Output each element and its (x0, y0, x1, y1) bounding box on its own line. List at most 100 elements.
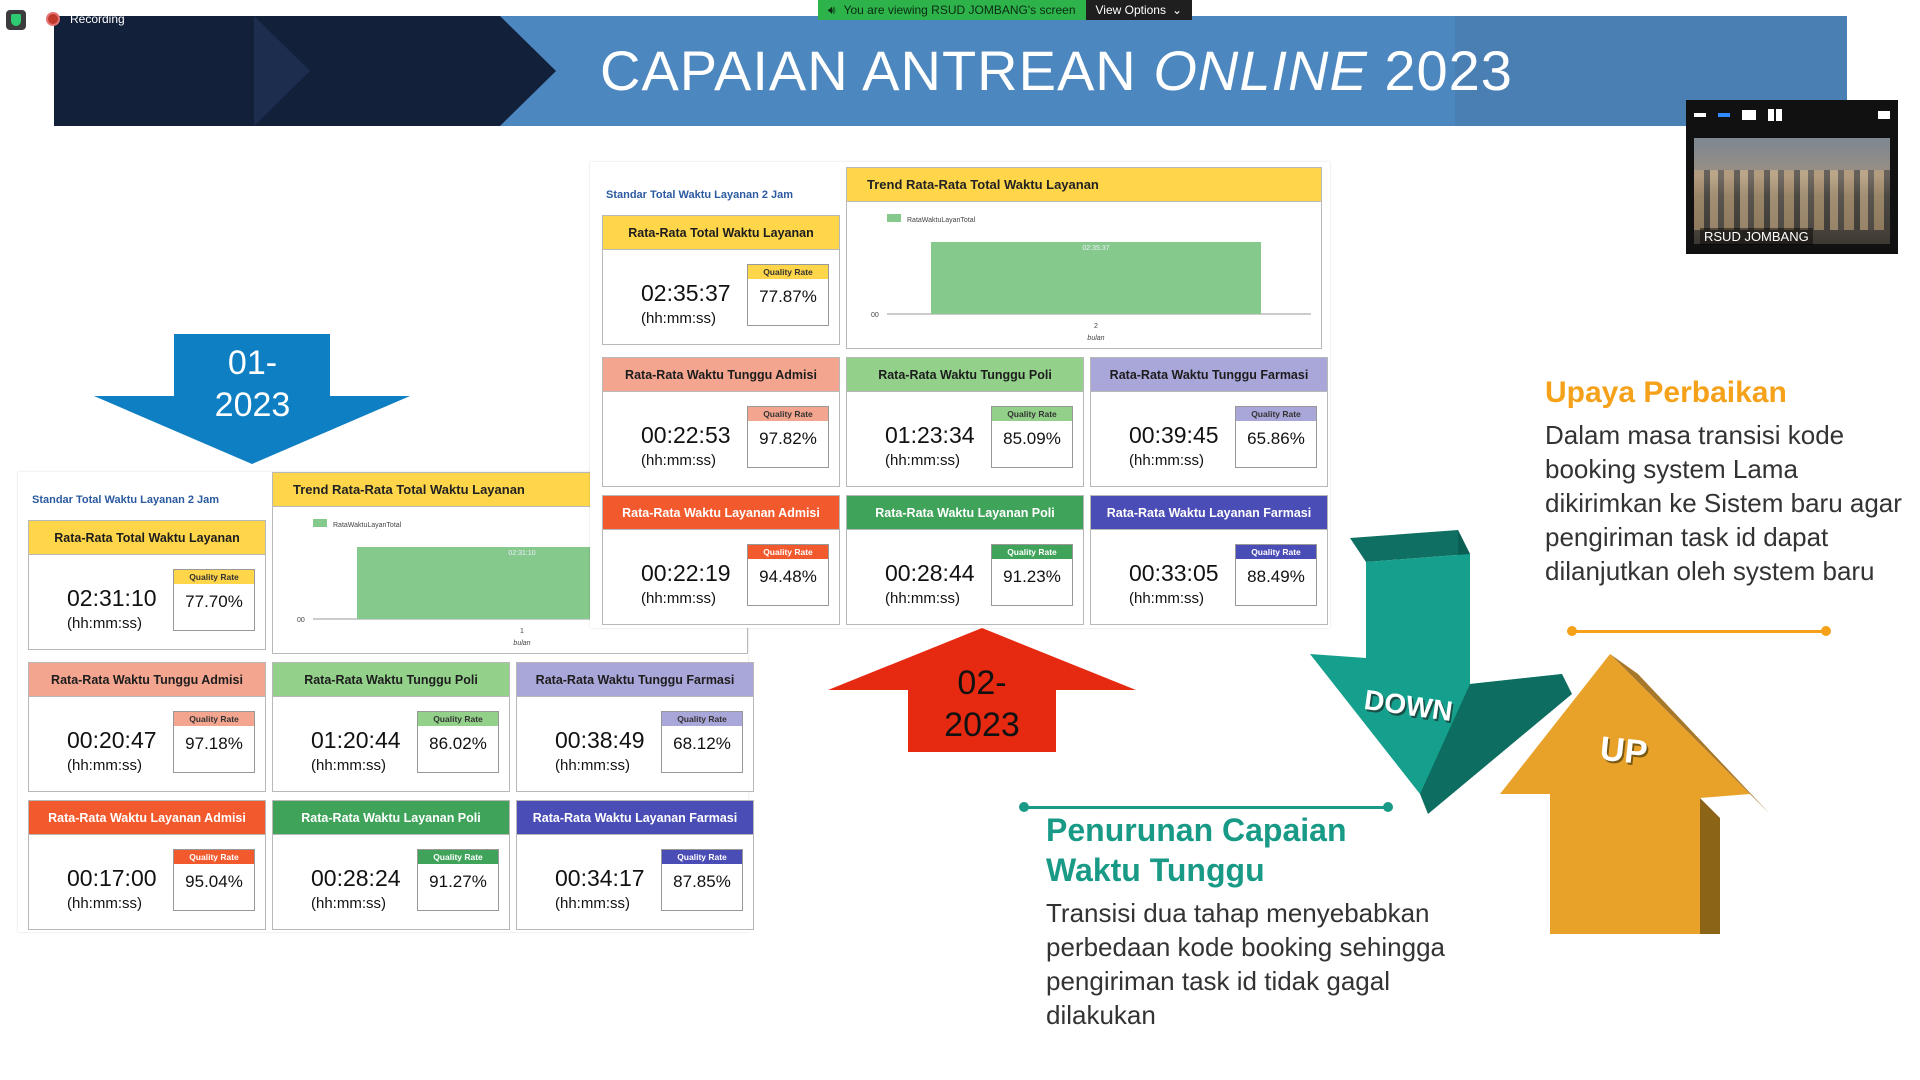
share-notice-text: You are viewing RSUD JOMBANG's screen (843, 3, 1076, 17)
metric-time: 00:17:00 (67, 865, 157, 891)
metric-card-title: Rata-Rata Waktu Layanan Poli (847, 496, 1083, 530)
x-tick-label: 1 (520, 628, 524, 635)
legend-swatch (313, 519, 327, 527)
period-jan-month: 01- (227, 344, 278, 382)
metric-time: 01:20:44 (311, 727, 401, 753)
gallery-view-icon[interactable] (1768, 109, 1782, 121)
metric-time: 00:20:47 (67, 727, 157, 753)
metric-card: Rata-Rata Waktu Layanan Poli 00:28:24 (hh:… (272, 800, 510, 930)
metric-card: Rata-Rata Waktu Layanan Farmasi 00:34:17 (… (516, 800, 754, 930)
metric-card: Rata-Rata Total Waktu Layanan 02:35:37 (hh… (602, 215, 840, 345)
quality-rate-label: Quality Rate (662, 712, 742, 726)
security-shield-icon[interactable] (6, 10, 26, 30)
metric-unit: (hh:mm:ss) (311, 895, 386, 912)
quality-rate-label: Quality Rate (992, 545, 1072, 559)
metric-unit: (hh:mm:ss) (641, 310, 716, 327)
quality-rate-value: 65.86% (1247, 429, 1305, 448)
metric-card-title: Rata-Rata Waktu Tunggu Poli (847, 358, 1083, 392)
quality-rate-label: Quality Rate (418, 850, 498, 864)
metric-unit: (hh:mm:ss) (311, 757, 386, 774)
trend-bar (931, 242, 1261, 314)
metric-unit: (hh:mm:ss) (67, 615, 142, 632)
metric-card-title: Rata-Rata Waktu Layanan Farmasi (517, 801, 753, 835)
metric-card: Rata-Rata Waktu Tunggu Admisi 00:20:47 (hh… (28, 662, 266, 792)
speaker-view-icon[interactable] (1718, 113, 1730, 117)
period-feb-month: 02- (957, 664, 1007, 702)
metric-time: 00:38:49 (555, 727, 645, 753)
video-toolbar (1686, 100, 1898, 130)
metric-unit: (hh:mm:ss) (67, 895, 142, 912)
legend-label: RataWaktuLayanTotal (907, 217, 976, 224)
decline-text: Transisi dua tahap menyebabkan perbedaan… (1046, 898, 1446, 1030)
y-tick-label: 00 (871, 312, 879, 319)
metric-unit: (hh:mm:ss) (641, 452, 716, 469)
metric-unit: (hh:mm:ss) (67, 757, 142, 774)
single-view-icon[interactable] (1742, 110, 1756, 120)
banner-chevron (254, 16, 310, 126)
metric-unit: (hh:mm:ss) (885, 452, 960, 469)
speaker-icon: 🔊︎ (828, 2, 836, 17)
quality-rate-value: 68.12% (673, 734, 731, 753)
trend-chart: Trend Rata-Rata Total Waktu Layanan RataW… (846, 167, 1322, 349)
quality-rate-box: Quality Rate 88.49% (1235, 544, 1317, 606)
quality-rate-value: 97.82% (759, 429, 817, 448)
trend-bar-label: 02:31:10 (508, 550, 535, 557)
view-options-button[interactable]: View Options ⌄ (1085, 0, 1193, 20)
quality-rate-value: 94.48% (759, 567, 817, 586)
quality-rate-box: Quality Rate 65.86% (1235, 406, 1317, 468)
quality-rate-label: Quality Rate (748, 265, 828, 279)
trend-bar-label: 02:35:37 (1082, 245, 1109, 252)
metric-time: 00:22:19 (641, 560, 731, 586)
minimize-icon[interactable] (1694, 113, 1706, 117)
quality-rate-box: Quality Rate 94.48% (747, 544, 829, 606)
exit-fullscreen-icon[interactable] (1878, 111, 1890, 119)
metric-card-title: Rata-Rata Total Waktu Layanan (29, 521, 265, 555)
metric-time: 00:28:44 (885, 560, 975, 586)
participant-name: RSUD JOMBANG (1700, 228, 1813, 245)
quality-rate-box: Quality Rate 86.02% (417, 711, 499, 773)
quality-rate-box: Quality Rate 91.27% (417, 849, 499, 911)
quality-rate-box: Quality Rate 87.85% (661, 849, 743, 911)
quality-rate-label: Quality Rate (174, 712, 254, 726)
metric-unit: (hh:mm:ss) (1129, 452, 1204, 469)
quality-rate-value: 91.23% (1003, 567, 1061, 586)
metric-unit: (hh:mm:ss) (885, 590, 960, 607)
quality-rate-label: Quality Rate (748, 407, 828, 421)
metric-card: Rata-Rata Total Waktu Layanan 02:31:10 (hh… (28, 520, 266, 650)
improvement-divider (1572, 630, 1826, 633)
period-feb-year: 2023 (944, 706, 1020, 744)
banner-chevron-main (500, 16, 556, 126)
quality-rate-label: Quality Rate (992, 407, 1072, 421)
quality-rate-value: 77.87% (759, 287, 817, 306)
screen-share-bar: 🔊︎ You are viewing RSUD JOMBANG's screen… (818, 0, 1193, 20)
quality-rate-label: Quality Rate (1236, 407, 1316, 421)
participant-video[interactable]: RSUD JOMBANG (1686, 100, 1898, 254)
x-axis-label: bulan (1087, 335, 1104, 342)
up-arrow-label: UP (1598, 729, 1650, 773)
quality-rate-label: Quality Rate (1236, 545, 1316, 559)
metric-time: 00:39:45 (1129, 422, 1219, 448)
metric-card-title: Rata-Rata Waktu Layanan Farmasi (1091, 496, 1327, 530)
quality-rate-box: Quality Rate 68.12% (661, 711, 743, 773)
period-jan-label: 01- 2023 (175, 342, 330, 426)
metric-card-title: Rata-Rata Waktu Layanan Poli (273, 801, 509, 835)
recording-label: Recording (70, 12, 125, 26)
metric-card: Rata-Rata Waktu Layanan Admisi 00:17:00 (h… (28, 800, 266, 930)
metric-time: 00:22:53 (641, 422, 731, 448)
quality-rate-box: Quality Rate 77.87% (747, 264, 829, 326)
quality-rate-value: 87.85% (673, 872, 731, 891)
metric-unit: (hh:mm:ss) (1129, 590, 1204, 607)
recording-dot-icon (46, 12, 60, 26)
quality-rate-value: 88.49% (1247, 567, 1305, 586)
improvement-line-dot-right (1821, 626, 1831, 636)
legend-label: RataWaktuLayanTotal (333, 522, 402, 529)
quality-rate-value: 91.27% (429, 872, 487, 891)
metric-time: 00:34:17 (555, 865, 645, 891)
metric-card: Rata-Rata Waktu Tunggu Farmasi 00:39:45 (h… (1090, 357, 1328, 487)
decline-title: Penurunan Capaian Waktu Tunggu (1046, 812, 1347, 888)
metric-card: Rata-Rata Waktu Layanan Farmasi 00:33:05 (… (1090, 495, 1328, 625)
quality-rate-label: Quality Rate (418, 712, 498, 726)
metric-unit: (hh:mm:ss) (555, 895, 630, 912)
metric-card: Rata-Rata Waktu Tunggu Farmasi 00:38:49 (h… (516, 662, 754, 792)
metric-card-title: Rata-Rata Total Waktu Layanan (603, 216, 839, 250)
